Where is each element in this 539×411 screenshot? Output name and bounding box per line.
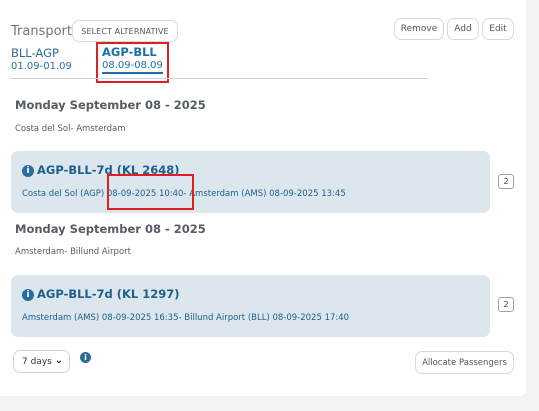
segment-route: Costa del Sol- Amsterdam <box>15 124 126 134</box>
duration-select-value: 7 days <box>22 356 52 367</box>
remove-button[interactable]: Remove <box>394 18 444 40</box>
segment-route: Amsterdam- Billund Airport <box>15 247 131 257</box>
flight-card[interactable]: i AGP-BLL-7d (KL 2648) Costa del Sol (AG… <box>11 151 490 213</box>
passenger-count-badge[interactable]: 2 <box>498 297 514 312</box>
add-button[interactable]: Add <box>447 18 479 40</box>
highlight-box <box>107 174 194 210</box>
flight-details: Amsterdam (AMS) 08-09-2025 16:35- Billun… <box>22 313 350 323</box>
tab-bll-agp[interactable]: BLL-AGP 01.09-01.09 <box>11 46 72 72</box>
info-icon[interactable]: i <box>22 289 34 301</box>
allocate-passengers-button[interactable]: Allocate Passengers <box>415 351 514 374</box>
edit-button[interactable]: Edit <box>482 18 514 40</box>
chevron-down-icon: ⌄ <box>54 355 63 366</box>
passenger-count-badge[interactable]: 2 <box>498 174 514 189</box>
flight-code: AGP-BLL-7d (KL 1297) <box>37 287 180 301</box>
segment-date-heading: Monday September 08 - 2025 <box>15 98 206 112</box>
tab-name: BLL-AGP <box>11 46 59 60</box>
transport-card: Transport SELECT ALTERNATIVE Remove Add … <box>0 0 526 396</box>
segment-date-heading: Monday September 08 - 2025 <box>15 222 206 236</box>
section-title: Transport <box>11 24 73 39</box>
info-icon[interactable]: i <box>80 352 91 363</box>
select-alternative-button[interactable]: SELECT ALTERNATIVE <box>72 20 178 42</box>
duration-select[interactable]: 7 days ⌄ <box>13 350 70 373</box>
highlight-box <box>96 42 169 83</box>
tab-dates: 01.09-01.09 <box>11 61 72 72</box>
tab-divider <box>10 78 428 79</box>
info-icon[interactable]: i <box>22 165 34 177</box>
flight-card[interactable]: i AGP-BLL-7d (KL 1297) Amsterdam (AMS) 0… <box>11 275 490 337</box>
